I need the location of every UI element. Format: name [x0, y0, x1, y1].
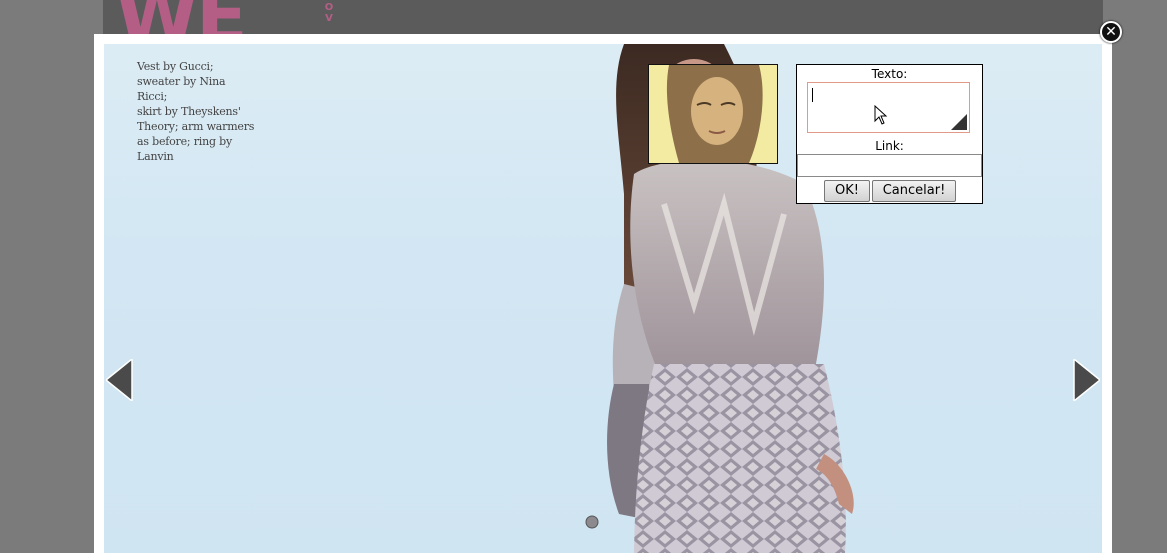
link-input[interactable]	[797, 154, 982, 177]
texto-label: Texto:	[871, 67, 908, 81]
close-button[interactable]: ✕	[1100, 21, 1122, 43]
background-logo-letter: O	[324, 2, 334, 13]
texto-textarea[interactable]	[807, 82, 970, 133]
previous-image-button[interactable]	[104, 357, 134, 405]
background-logo-side: O V	[322, 2, 336, 24]
chevron-left-icon	[104, 357, 133, 403]
photo-credits-text: Vest by Gucci; sweater by Nina Ricci; sk…	[137, 60, 255, 163]
background-logo-letter: V	[325, 13, 333, 24]
text-caret	[812, 88, 813, 102]
cancel-button[interactable]: Cancelar!	[872, 180, 956, 202]
resize-grip-icon[interactable]	[951, 114, 967, 130]
tag-form-popup: Texto: Link: OK! Cancelar!	[796, 64, 983, 204]
chevron-right-icon	[1073, 357, 1102, 403]
tag-selection-thumbnail[interactable]	[648, 64, 778, 164]
background-page-header	[103, 0, 1103, 36]
mouse-pointer-icon	[874, 105, 888, 125]
link-label: Link:	[875, 139, 904, 153]
ok-button[interactable]: OK!	[824, 180, 870, 202]
tag-face-preview	[649, 65, 777, 163]
close-icon: ✕	[1105, 24, 1117, 40]
next-image-button[interactable]	[1072, 357, 1102, 405]
